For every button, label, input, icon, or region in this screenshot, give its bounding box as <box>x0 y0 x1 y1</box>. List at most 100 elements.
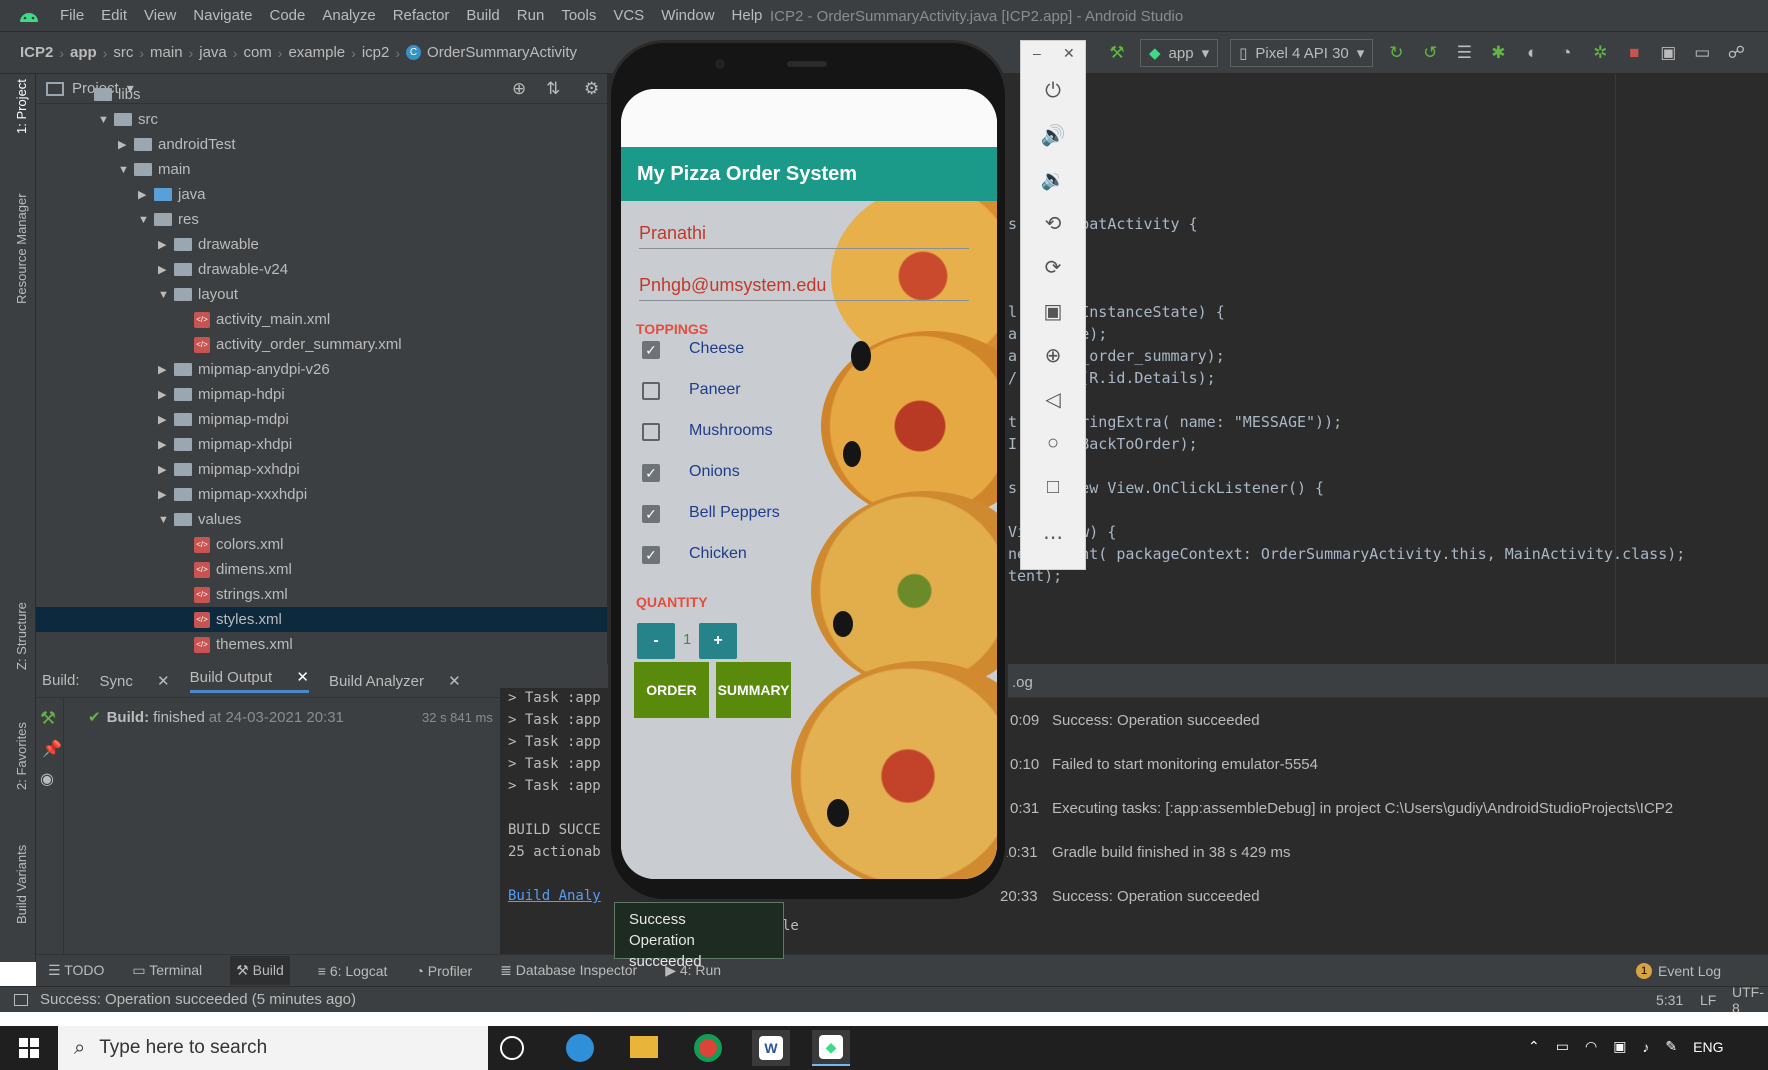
coverage-icon[interactable]: ◐ <box>1519 40 1545 66</box>
build-status-row[interactable]: ✔ Build: finished at 24-03-2021 20:31 <box>88 708 344 727</box>
attach-debugger-icon[interactable]: ✲ <box>1587 40 1613 66</box>
volume-down-icon[interactable]: 🔉 <box>1021 159 1085 199</box>
menu-item-refactor[interactable]: Refactor <box>393 7 450 24</box>
sync-icon[interactable]: ☍ <box>1723 40 1749 66</box>
tree-item[interactable]: ▶ java <box>36 182 607 207</box>
tree-item[interactable]: </> activity_main.xml <box>36 307 607 332</box>
tree-item[interactable]: </> colors.xml <box>36 532 607 557</box>
topping-checkbox[interactable]: ✓ <box>642 464 660 482</box>
wifi-icon[interactable]: ◠ <box>1585 1038 1597 1055</box>
caret-position[interactable]: 5:31 <box>1656 992 1683 1008</box>
topping-label[interactable]: Bell Peppers <box>689 504 780 522</box>
menu-item-navigate[interactable]: Navigate <box>193 7 252 24</box>
edge-icon[interactable] <box>566 1034 594 1062</box>
status-toggle-icon[interactable] <box>14 993 28 1006</box>
zoom-icon[interactable]: ⊕ <box>1021 335 1085 375</box>
more-icon[interactable]: ⋯ <box>1021 517 1085 557</box>
menu-item-analyze[interactable]: Analyze <box>322 7 375 24</box>
file-explorer-icon[interactable] <box>630 1036 658 1058</box>
power-icon[interactable]: ⏻ <box>1021 71 1085 111</box>
list-icon[interactable]: ☰ <box>1451 40 1477 66</box>
collapsed-arrow-icon[interactable]: ▶ <box>158 263 174 276</box>
tab-sync[interactable]: Sync ✕ <box>100 672 170 690</box>
overview-icon[interactable]: □ <box>1021 467 1085 507</box>
breadcrumb-item[interactable]: OrderSummaryActivity <box>427 44 577 61</box>
camera-icon[interactable]: ▣ <box>1021 291 1085 331</box>
tree-item[interactable]: ▼ src <box>36 107 607 132</box>
tree-item[interactable]: ▼ layout <box>36 282 607 307</box>
debug-icon[interactable]: ✱ <box>1485 40 1511 66</box>
language-indicator[interactable]: ENG <box>1693 1039 1723 1055</box>
tool-tab-logcat[interactable]: ≡ 6: Logcat <box>318 963 388 979</box>
tree-item[interactable]: </> themes.xml <box>36 632 607 657</box>
tree-item[interactable]: </> activity_order_summary.xml <box>36 332 607 357</box>
volume-up-icon[interactable]: 🔊 <box>1021 115 1085 155</box>
tree-item[interactable]: ▶ drawable-v24 <box>36 257 607 282</box>
sdk-manager-icon[interactable]: ▣ <box>1655 40 1681 66</box>
profile-icon[interactable]: ◔ <box>1553 40 1579 66</box>
collapsed-arrow-icon[interactable]: ▶ <box>158 363 174 376</box>
tree-item[interactable]: ▶ mipmap-xxxhdpi <box>36 482 607 507</box>
project-side-tab[interactable]: 1: Project <box>14 79 29 134</box>
topping-label[interactable]: Chicken <box>689 545 747 563</box>
order-button[interactable]: ORDER <box>634 662 709 718</box>
word-icon[interactable]: W <box>752 1030 790 1066</box>
topping-checkbox[interactable]: ✓ <box>642 341 660 359</box>
topping-label[interactable]: Cheese <box>689 340 744 358</box>
success-notification[interactable]: Success Operation succeeded <box>614 902 784 970</box>
eye-icon[interactable]: ◉ <box>40 769 59 789</box>
breadcrumb-item[interactable]: java <box>199 44 227 61</box>
resource-manager-side-tab[interactable]: Resource Manager <box>14 193 29 304</box>
collapsed-arrow-icon[interactable]: ▶ <box>118 138 134 151</box>
menu-item-vcs[interactable]: VCS <box>613 7 644 24</box>
home-icon[interactable]: ○ <box>1021 423 1085 463</box>
android-studio-taskbar-icon[interactable]: ◆ <box>812 1030 850 1066</box>
menu-item-view[interactable]: View <box>144 7 176 24</box>
tree-item[interactable]: ▶ drawable <box>36 232 607 257</box>
volume-icon[interactable]: ♪ <box>1642 1039 1649 1055</box>
tree-item[interactable]: ▶ androidTest <box>36 132 607 157</box>
file-encoding[interactable]: UTF-8 <box>1732 984 1768 1016</box>
run-config-select[interactable]: ◆ app ▾ <box>1140 39 1219 67</box>
breadcrumb-item[interactable]: main <box>150 44 183 61</box>
device-select[interactable]: ▯ Pixel 4 API 30 ▾ <box>1230 39 1374 67</box>
hammer-icon[interactable]: ⚒ <box>1104 40 1130 66</box>
rotate-left-icon[interactable]: ⟲ <box>1021 203 1085 243</box>
rotate-right-icon[interactable]: ⟳ <box>1021 247 1085 287</box>
menu-item-code[interactable]: Code <box>269 7 305 24</box>
tree-item[interactable]: ▶ mipmap-xxhdpi <box>36 457 607 482</box>
phone-screen[interactable]: My Pizza Order System Pranathi Pnhgb@ums… <box>621 89 997 879</box>
breadcrumb-item[interactable]: app <box>70 44 97 61</box>
collapsed-arrow-icon[interactable]: ▶ <box>158 413 174 426</box>
tool-tab-todo[interactable]: ☰ TODO <box>48 962 104 979</box>
increase-quantity-button[interactable]: + <box>699 623 737 659</box>
collapsed-arrow-icon[interactable]: ▶ <box>138 188 154 201</box>
pin-icon[interactable]: 📌 <box>42 739 62 759</box>
topping-label[interactable]: Paneer <box>689 381 741 399</box>
hammer-icon[interactable]: ⚒ <box>40 708 59 729</box>
tree-item[interactable]: ▼ main <box>36 157 607 182</box>
tree-item[interactable]: </> strings.xml <box>36 582 607 607</box>
email-field[interactable]: Pnhgb@umsystem.edu <box>639 275 969 301</box>
tool-tab-build[interactable]: ⚒ Build <box>230 956 290 985</box>
expanded-arrow-icon[interactable]: ▼ <box>118 164 134 176</box>
windows-start-icon[interactable] <box>0 1038 58 1058</box>
menu-item-edit[interactable]: Edit <box>101 7 127 24</box>
event-log-tab[interactable]: 1 Event Log <box>1636 963 1721 979</box>
back-icon[interactable]: ◁ <box>1021 379 1085 419</box>
tree-item[interactable]: ▶ mipmap-xhdpi <box>36 432 607 457</box>
collapsed-arrow-icon[interactable]: ▶ <box>158 488 174 501</box>
minimize-icon[interactable]: – <box>1033 45 1041 61</box>
tree-item[interactable]: ▶ mipmap-mdpi <box>36 407 607 432</box>
tab-build-analyzer[interactable]: Build Analyzer ✕ <box>329 672 461 690</box>
chrome-icon[interactable] <box>694 1034 722 1062</box>
topping-checkbox[interactable]: ✓ <box>642 546 660 564</box>
menu-item-help[interactable]: Help <box>732 7 763 24</box>
tree-item[interactable]: </> styles.xml <box>36 607 607 632</box>
collapsed-arrow-icon[interactable]: ▶ <box>158 238 174 251</box>
expanded-arrow-icon[interactable]: ▼ <box>158 514 174 526</box>
console-line[interactable]: Build Analy <box>508 888 601 904</box>
tool-tab-profiler[interactable]: ◔ Profiler <box>415 963 472 979</box>
topping-label[interactable]: Mushrooms <box>689 422 773 440</box>
apply-changes-icon[interactable]: ↻ <box>1383 40 1409 66</box>
